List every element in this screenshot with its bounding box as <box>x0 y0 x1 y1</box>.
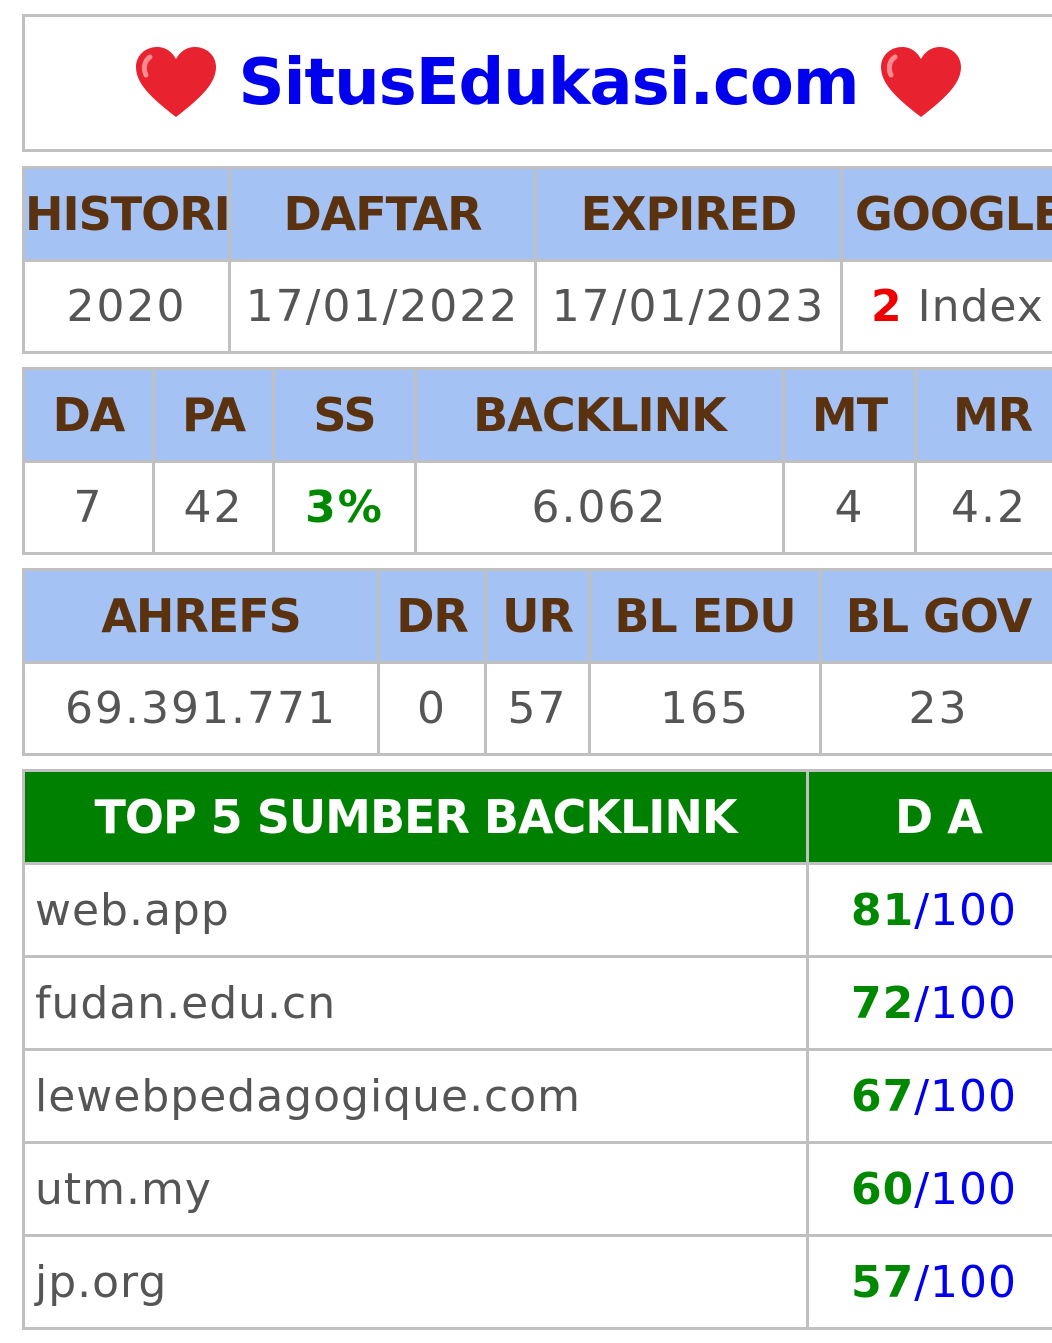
header-daftar: DAFTAR <box>228 166 537 262</box>
value-da: 7 <box>22 460 155 555</box>
score-value: 72 <box>851 977 915 1029</box>
table-row: web.app 81/100 <box>22 862 1052 958</box>
value-backlink: 6.062 <box>414 460 785 555</box>
header-top5: TOP 5 SUMBER BACKLINK <box>22 769 809 865</box>
backlink-site[interactable]: fudan.edu.cn <box>22 955 809 1051</box>
header-bl-edu: BL EDU <box>588 568 822 664</box>
score-max: /100 <box>914 977 1018 1029</box>
header-dr: DR <box>377 568 487 664</box>
score-max: /100 <box>914 1070 1018 1122</box>
value-ur: 57 <box>484 661 591 756</box>
value-expired: 17/01/2023 <box>534 259 843 354</box>
history-table: HISTORI DAFTAR EXPIRED GOOGLE 2020 17/01… <box>22 166 1052 354</box>
header-google: GOOGLE <box>840 166 1052 262</box>
backlink-site[interactable]: utm.my <box>22 1141 809 1237</box>
header-pa: PA <box>152 367 275 463</box>
backlink-score: 67/100 <box>806 1048 1052 1144</box>
header-expired: EXPIRED <box>534 166 843 262</box>
site-title-box: SitusEdukasi.com <box>22 14 1052 152</box>
score-value: 60 <box>851 1163 915 1215</box>
value-google: 2 Index <box>840 259 1052 354</box>
score-max: /100 <box>914 1163 1018 1215</box>
header-mt: MT <box>782 367 917 463</box>
ahrefs-metrics-table: AHREFS DR UR BL EDU BL GOV 69.391.771 0 … <box>22 568 1052 756</box>
header-histori: HISTORI <box>22 166 231 262</box>
value-ahrefs: 69.391.771 <box>22 661 380 756</box>
value-ss: 3% <box>272 460 417 555</box>
moz-metrics-table: DA PA SS BACKLINK MT MR 7 42 3% 6.062 4 … <box>22 367 1052 555</box>
backlink-site[interactable]: web.app <box>22 862 809 958</box>
header-bl-gov: BL GOV <box>819 568 1052 664</box>
heart-icon <box>136 47 217 117</box>
table-row: utm.my 60/100 <box>22 1141 1052 1237</box>
table-row: fudan.edu.cn 72/100 <box>22 955 1052 1051</box>
google-index-label: Index <box>902 281 1044 332</box>
backlink-site[interactable]: jp.org <box>22 1234 809 1330</box>
value-daftar: 17/01/2022 <box>228 259 537 354</box>
header-backlink: BACKLINK <box>414 367 785 463</box>
score-value: 67 <box>851 1070 915 1122</box>
header-da: DA <box>22 367 155 463</box>
score-max: /100 <box>914 884 1018 936</box>
backlink-score: 57/100 <box>806 1234 1052 1330</box>
header-ss: SS <box>272 367 417 463</box>
value-mr: 4.2 <box>914 460 1052 555</box>
table-row: jp.org 57/100 <box>22 1234 1052 1330</box>
backlink-score: 81/100 <box>806 862 1052 958</box>
header-ur: UR <box>484 568 591 664</box>
backlink-score: 60/100 <box>806 1141 1052 1237</box>
score-value: 81 <box>851 884 915 936</box>
header-mr: MR <box>914 367 1052 463</box>
value-dr: 0 <box>377 661 487 756</box>
top5-backlink-table: TOP 5 SUMBER BACKLINK D A web.app 81/100… <box>22 769 1052 1330</box>
site-title[interactable]: SitusEdukasi.com <box>238 46 859 120</box>
score-value: 57 <box>851 1256 915 1308</box>
score-max: /100 <box>914 1256 1018 1308</box>
backlink-site[interactable]: lewebpedagogique.com <box>22 1048 809 1144</box>
heart-icon <box>880 47 961 117</box>
google-index-count: 2 <box>871 281 903 332</box>
value-bl-gov: 23 <box>819 661 1052 756</box>
value-histori: 2020 <box>22 259 231 354</box>
value-mt: 4 <box>782 460 917 555</box>
header-ahrefs: AHREFS <box>22 568 380 664</box>
table-row: lewebpedagogique.com 67/100 <box>22 1048 1052 1144</box>
value-pa: 42 <box>152 460 275 555</box>
header-da-score: D A <box>806 769 1052 865</box>
value-bl-edu: 165 <box>588 661 822 756</box>
backlink-score: 72/100 <box>806 955 1052 1051</box>
